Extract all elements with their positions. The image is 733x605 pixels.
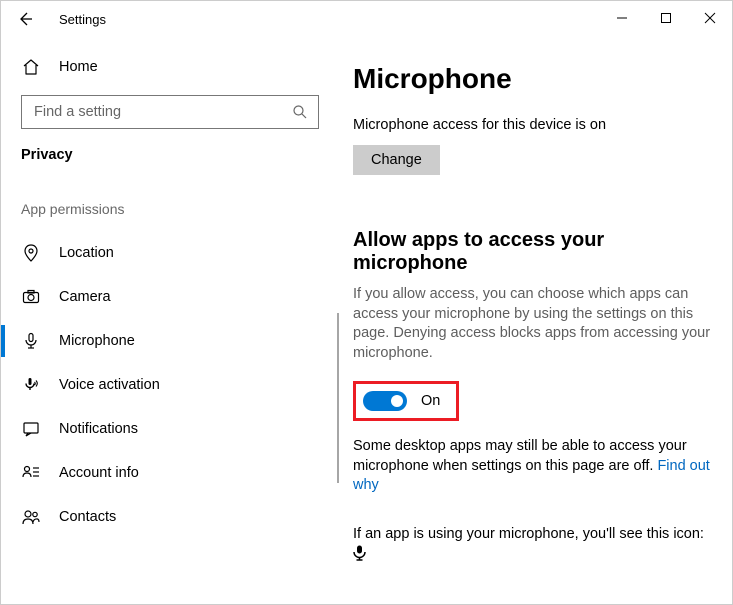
home-nav[interactable]: Home: [1, 45, 339, 89]
page-title: Microphone: [353, 63, 718, 95]
sidebar-item-location[interactable]: Location: [1, 231, 339, 275]
back-button[interactable]: [17, 11, 33, 27]
mic-icon-note-text: If an app is using your microphone, you'…: [353, 526, 704, 542]
contacts-icon: [21, 507, 41, 527]
window-title: Settings: [59, 12, 106, 27]
sidebar-item-account-info[interactable]: Account info: [1, 451, 339, 495]
location-icon: [21, 243, 41, 263]
sidebar-item-label: Notifications: [59, 421, 138, 437]
sidebar-item-microphone[interactable]: Microphone: [1, 319, 339, 363]
close-button[interactable]: [688, 3, 732, 33]
allow-apps-toggle[interactable]: [363, 391, 407, 411]
account-info-icon: [21, 463, 41, 483]
sidebar-item-label: Voice activation: [59, 377, 160, 393]
mic-icon-note: If an app is using your microphone, you'…: [353, 526, 718, 565]
sidebar-item-contacts[interactable]: Contacts: [1, 495, 339, 539]
minimize-button[interactable]: [600, 3, 644, 33]
sidebar-group: App permissions: [1, 201, 339, 217]
microphone-icon: [21, 331, 41, 351]
sidebar-scrollbar[interactable]: [337, 313, 339, 483]
search-box[interactable]: [21, 95, 319, 129]
camera-icon: [21, 287, 41, 307]
sidebar-item-label: Account info: [59, 465, 139, 481]
maximize-button[interactable]: [644, 3, 688, 33]
sidebar-item-notifications[interactable]: Notifications: [1, 407, 339, 451]
search-icon: [292, 104, 308, 120]
sidebar-item-label: Location: [59, 245, 114, 261]
access-status: Microphone access for this device is on: [353, 117, 718, 133]
sidebar-item-label: Camera: [59, 289, 111, 305]
sidebar-section: Privacy: [1, 147, 339, 163]
allow-apps-title: Allow apps to access your microphone: [353, 229, 718, 275]
toggle-state-label: On: [421, 393, 440, 409]
sidebar-item-voice-activation[interactable]: Voice activation: [1, 363, 339, 407]
sidebar-item-label: Microphone: [59, 333, 135, 349]
desktop-apps-note: Some desktop apps may still be able to a…: [353, 437, 718, 496]
desktop-apps-note-text: Some desktop apps may still be able to a…: [353, 438, 687, 474]
microphone-status-icon: [353, 549, 366, 565]
home-icon: [21, 57, 41, 77]
microphone-toggle-highlight: On: [353, 381, 459, 421]
home-label: Home: [59, 59, 98, 75]
sidebar-item-label: Contacts: [59, 509, 116, 525]
change-button[interactable]: Change: [353, 145, 440, 175]
notifications-icon: [21, 419, 41, 439]
allow-apps-description: If you allow access, you can choose whic…: [353, 285, 718, 363]
sidebar-item-camera[interactable]: Camera: [1, 275, 339, 319]
voice-activation-icon: [21, 375, 41, 395]
search-input[interactable]: [32, 103, 292, 121]
